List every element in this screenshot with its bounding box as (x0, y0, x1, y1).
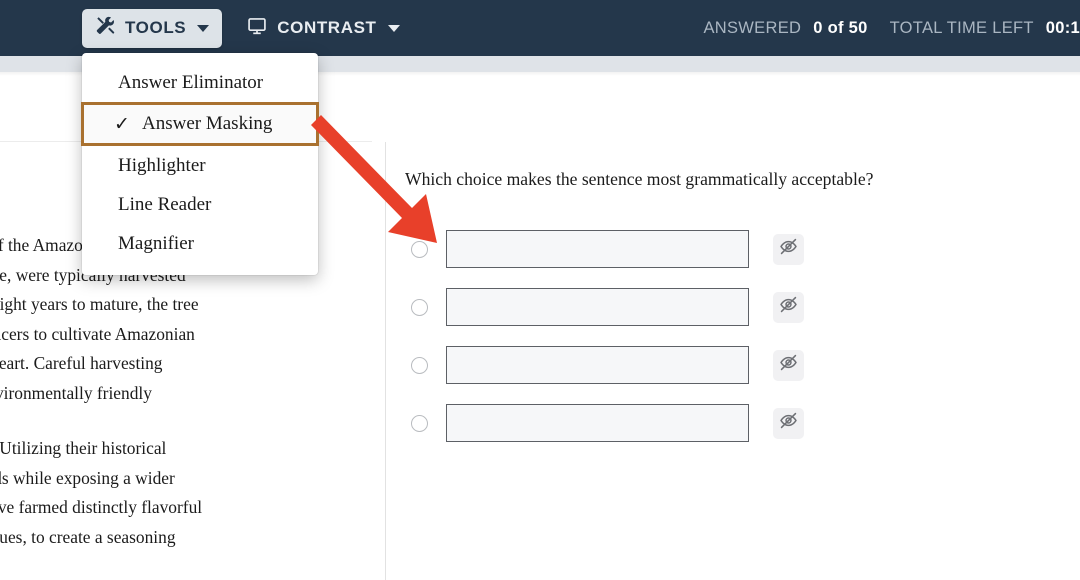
passage-line: e way. Needing eight years to mature, th… (0, 294, 199, 314)
toolbar-left-group: TOOLS CONTRAST (0, 8, 406, 48)
answer-mask-toggle-button[interactable] (773, 291, 804, 323)
contrast-button-label: CONTRAST (277, 18, 377, 37)
passage-line: aniwa women have farmed distinctly flavo… (0, 497, 203, 517)
passage-line: ricultural techniques, to create a seaso… (0, 526, 176, 547)
answer-choice-mask-box[interactable] (446, 230, 749, 268)
menu-item-line-reader[interactable]: Line Reader (82, 185, 318, 224)
question-panel: Which choice makes the sentence most gra… (386, 76, 1080, 580)
passage-paragraph-3: mazonian tribes. Utilizing their histori… (0, 434, 380, 552)
passage-line: mazonian tribes. Utilizing their histori… (0, 438, 167, 458)
answer-choice-list (405, 220, 1065, 452)
tools-button-label: TOOLS (125, 18, 187, 37)
answer-choice-mask-box[interactable] (446, 288, 749, 326)
menu-item-answer-masking[interactable]: ✓ Answer Masking (81, 102, 319, 146)
menu-item-answer-eliminator[interactable]: Answer Eliminator (82, 63, 318, 102)
answer-choice-radio[interactable] (411, 240, 428, 258)
menu-item-label: Highlighter (118, 154, 206, 176)
menu-item-label: Answer Masking (142, 113, 273, 134)
answer-choice-radio[interactable] (411, 414, 428, 432)
answer-mask-toggle-button[interactable] (773, 349, 804, 381)
tools-button[interactable]: TOOLS (82, 8, 223, 48)
tools-dropdown-menu: Answer Eliminator ✓ Answer Masking Highl… (81, 53, 319, 275)
eye-slash-icon (779, 237, 798, 261)
menu-item-highlighter[interactable]: Highlighter (82, 146, 318, 185)
passage-line: mbers’ livelihoods while exposing a wide… (0, 467, 175, 488)
chevron-down-icon (197, 24, 210, 32)
question-stem: Which choice makes the sentence most gra… (405, 169, 874, 189)
eye-slash-icon (779, 411, 798, 435)
menu-item-label: Magnifier (118, 232, 194, 254)
answer-mask-toggle-button[interactable] (773, 407, 804, 439)
menu-item-label: Answer Eliminator (118, 71, 264, 93)
timer-value: 00:1 (1045, 18, 1080, 37)
answer-choice-row[interactable] (405, 220, 1065, 278)
answered-count: 0 of 50 (813, 18, 868, 37)
answered-label: ANSWERED (703, 18, 802, 37)
eye-slash-icon (779, 295, 798, 319)
eye-slash-icon (779, 353, 798, 377)
answer-choice-row[interactable] (405, 394, 1065, 452)
toolbar-status-group: ANSWERED 0 of 50 TOTAL TIME LEFT 00:1 (703, 0, 1080, 56)
contrast-button[interactable]: CONTRAST (240, 9, 405, 48)
tools-wrench-screwdriver-icon (95, 15, 116, 41)
passage-line: s, resulting in environmentally friendly (0, 382, 152, 403)
chevron-down-icon (387, 24, 400, 32)
menu-item-label: Line Reader (118, 193, 212, 215)
answer-choice-radio[interactable] (411, 298, 428, 316)
answer-choice-mask-box[interactable] (446, 346, 749, 384)
answer-choice-row[interactable] (405, 336, 1065, 394)
answer-choice-row[interactable] (405, 278, 1065, 336)
answer-mask-toggle-button[interactable] (773, 233, 804, 265)
passage-line: ch with a small heart. Careful harvestin… (0, 353, 163, 373)
checkmark-icon: ✓ (114, 113, 130, 135)
total-time-left-label: TOTAL TIME LEFT (889, 18, 1034, 37)
top-toolbar: TOOLS CONTRAST ANSWERED 0 of 50 TOTAL TI… (0, 0, 1080, 56)
answer-choice-radio[interactable] (411, 356, 428, 374)
menu-item-magnifier[interactable]: Magnifier (82, 224, 318, 263)
answer-choice-mask-box[interactable] (446, 404, 749, 442)
test-app-window: TOOLS CONTRAST ANSWERED 0 of 50 TOTAL TI… (0, 0, 1080, 580)
monitor-icon (246, 16, 268, 41)
passage-line: persuading producers to cultivate Amazon… (0, 323, 195, 344)
